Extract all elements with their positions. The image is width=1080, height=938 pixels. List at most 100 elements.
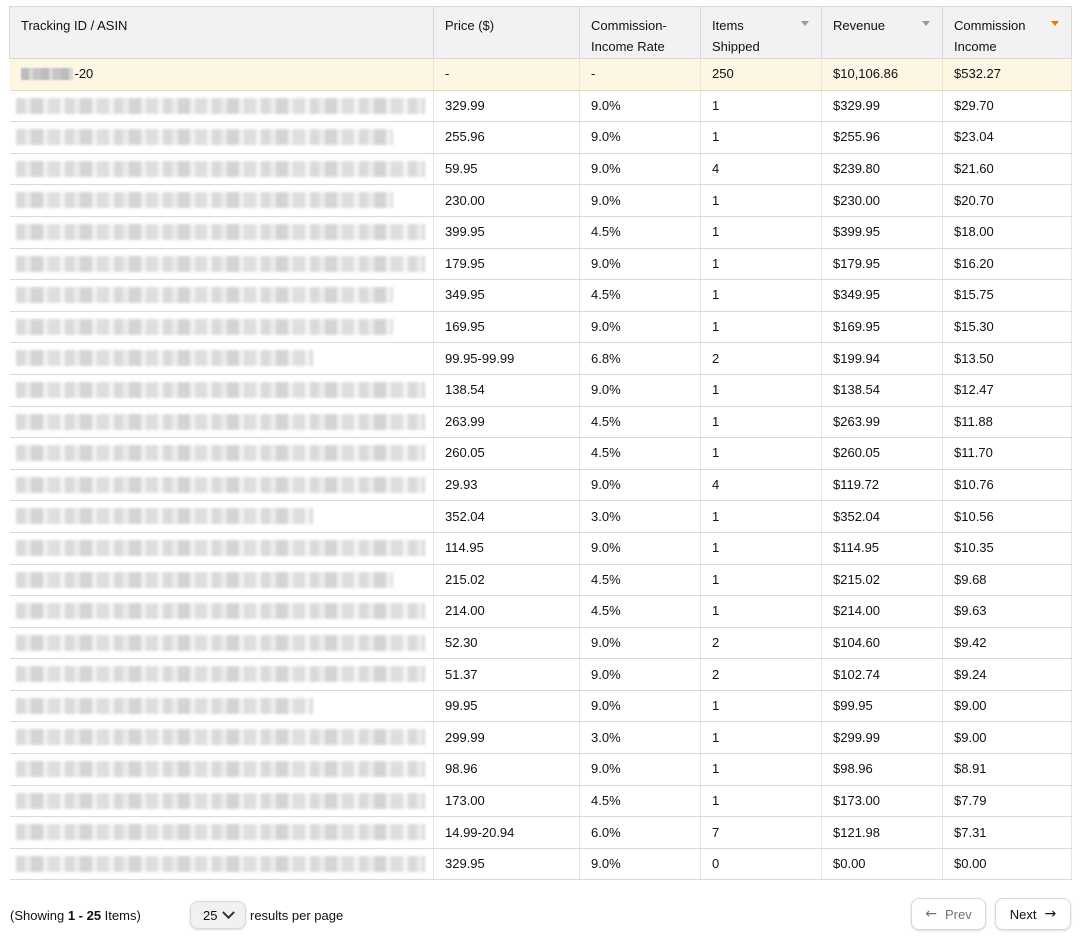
next-page-button[interactable]: Next → (995, 898, 1071, 930)
price-cell: 52.30 (433, 626, 580, 660)
price-cell: 169.95 (433, 310, 580, 344)
table-row: 14.99-20.94 6.0% 7 $121.98 $7.31 (9, 816, 1072, 849)
price-cell: 214.00 (433, 595, 580, 628)
tracking-id-cell (9, 721, 434, 755)
commission-income-cell: $18.00 (942, 215, 1072, 249)
items-shipped-cell: 1 (700, 89, 822, 123)
revenue-cell: $399.95 (821, 215, 943, 249)
tracking-id-cell (9, 215, 434, 249)
showing-prefix: (Showing (10, 908, 68, 923)
revenue-cell: $121.98 (821, 816, 943, 849)
tracking-id-cell (9, 595, 434, 628)
redacted-product-title (15, 824, 425, 841)
table-row: 263.99 4.5% 1 $263.99 $11.88 (9, 405, 1072, 439)
table-row: 59.95 9.0% 4 $239.80 $21.60 (9, 152, 1072, 186)
table-row: 349.95 4.5% 1 $349.95 $15.75 (9, 279, 1072, 312)
commission-income-cell: $16.20 (942, 247, 1072, 281)
commission-income-cell: $9.24 (942, 658, 1072, 691)
commission-income-cell: $10.35 (942, 531, 1072, 565)
commission-rate-cell: 3.0% (579, 500, 701, 533)
commission-rate-cell: 9.0% (579, 89, 701, 123)
per-page-value: 25 (203, 907, 218, 923)
sort-desc-icon[interactable] (922, 21, 930, 26)
table-row: 260.05 4.5% 1 $260.05 $11.70 (9, 437, 1072, 470)
redacted-product-title (15, 855, 425, 872)
commission-rate-cell: 4.5% (579, 437, 701, 470)
sort-desc-active-icon[interactable] (1051, 21, 1059, 26)
revenue-cell: $99.95 (821, 689, 943, 723)
items-shipped-cell: 4 (700, 152, 822, 186)
tracking-id-cell (9, 689, 434, 723)
price-cell: 299.99 (433, 721, 580, 755)
revenue-cell: $349.95 (821, 279, 943, 312)
price-cell: 138.54 (433, 373, 580, 407)
revenue-cell: $214.00 (821, 595, 943, 628)
tracking-id-cell (9, 437, 434, 470)
table-row: 169.95 9.0% 1 $169.95 $15.30 (9, 310, 1072, 344)
items-shipped-cell: 1 (700, 689, 822, 723)
revenue-cell: $98.96 (821, 753, 943, 786)
price-cell: 179.95 (433, 247, 580, 281)
items-shipped-cell: 2 (700, 626, 822, 660)
revenue-cell: $199.94 (821, 342, 943, 375)
commission-income-cell: $9.68 (942, 563, 1072, 597)
commission-income-cell: $11.70 (942, 437, 1072, 470)
redacted-product-title (15, 666, 425, 683)
price-cell: 329.99 (433, 89, 580, 123)
tracking-id-cell (9, 658, 434, 691)
revenue-cell: $215.02 (821, 563, 943, 597)
sort-desc-icon[interactable] (801, 21, 809, 26)
column-header-items[interactable]: Items Shipped (700, 6, 822, 59)
tracking-id-cell (9, 468, 434, 502)
summary-items-shipped: 250 (700, 58, 822, 91)
commission-rate-cell: 9.0% (579, 373, 701, 407)
price-cell: 29.93 (433, 468, 580, 502)
results-per-page-select[interactable]: 25 (190, 901, 246, 929)
tracking-id-cell (9, 563, 434, 597)
table-row: 179.95 9.0% 1 $179.95 $16.20 (9, 247, 1072, 281)
commission-rate-cell: 6.8% (579, 342, 701, 375)
commission-income-cell: $9.00 (942, 721, 1072, 755)
table-row: 138.54 9.0% 1 $138.54 $12.47 (9, 373, 1072, 407)
commission-income-cell: $7.79 (942, 784, 1072, 818)
tracking-id-suffix: -20 (74, 66, 94, 82)
revenue-cell: $169.95 (821, 310, 943, 344)
revenue-cell: $102.74 (821, 658, 943, 691)
price-cell: 173.00 (433, 784, 580, 818)
revenue-cell: $263.99 (821, 405, 943, 439)
commission-income-cell: $29.70 (942, 89, 1072, 123)
column-header-revenue[interactable]: Revenue (821, 6, 943, 59)
table-header-row: Tracking ID / ASIN Price ($) Commission- I… (9, 6, 1072, 59)
tracking-id-cell (9, 816, 434, 849)
revenue-cell: $299.99 (821, 721, 943, 755)
items-shipped-cell: 1 (700, 563, 822, 597)
items-shipped-cell: 1 (700, 784, 822, 818)
commission-income-cell: $9.42 (942, 626, 1072, 660)
prev-page-button[interactable]: ← Prev (911, 898, 986, 930)
redacted-product-title (15, 539, 425, 556)
price-cell: 51.37 (433, 658, 580, 691)
chevron-down-icon (222, 905, 236, 919)
tracking-id-cell (9, 279, 434, 312)
items-shipped-cell: 1 (700, 279, 822, 312)
price-cell: 14.99-20.94 (433, 816, 580, 849)
table-row: 51.37 9.0% 2 $102.74 $9.24 (9, 658, 1072, 691)
table-row: 329.99 9.0% 1 $329.99 $29.70 (9, 89, 1072, 123)
redacted-product-title (15, 381, 425, 398)
items-shipped-cell: 1 (700, 184, 822, 217)
column-header-commission[interactable]: Commission Income (942, 6, 1072, 59)
commission-income-cell: $10.56 (942, 500, 1072, 533)
column-header-label: Price ($) (445, 18, 495, 33)
redacted-product-title (15, 792, 425, 809)
commission-rate-cell: 9.0% (579, 310, 701, 344)
summary-commission-income: $532.27 (942, 58, 1072, 91)
commission-rate-cell: 9.0% (579, 247, 701, 281)
revenue-cell: $179.95 (821, 247, 943, 281)
prev-label: Prev (945, 906, 972, 922)
column-header-rate: Commission- Income Rate (579, 6, 701, 59)
tracking-id-cell (9, 152, 434, 186)
price-cell: 59.95 (433, 152, 580, 186)
commission-rate-cell: 9.0% (579, 847, 701, 881)
tracking-id-cell (9, 89, 434, 123)
tracking-id-cell (9, 753, 434, 786)
